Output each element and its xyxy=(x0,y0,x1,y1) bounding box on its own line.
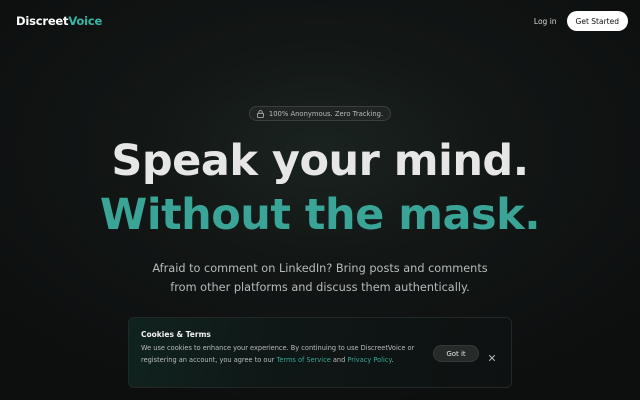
headline-line-1: Speak your mind. xyxy=(111,136,529,186)
brand-name-part2: Voice xyxy=(68,14,103,28)
subtitle-line-2: from other platforms and discuss them au… xyxy=(170,281,470,294)
close-icon[interactable] xyxy=(487,348,497,361)
cookie-banner-text: We use cookies to enhance your experienc… xyxy=(141,343,421,366)
brand-name-part1: Discreet xyxy=(16,14,69,28)
cookie-banner: Cookies & Terms We use cookies to enhanc… xyxy=(128,317,512,388)
brand-logo[interactable]: DiscreetVoice xyxy=(16,14,102,28)
privacy-policy-link[interactable]: Privacy Policy xyxy=(347,356,391,364)
top-nav: DiscreetVoice Log in Get Started xyxy=(0,0,640,42)
cookie-text-part3: . xyxy=(391,355,394,364)
subtitle-line-1: Afraid to comment on LinkedIn? Bring pos… xyxy=(152,262,488,275)
got-it-button[interactable]: Got it xyxy=(433,345,479,362)
anonymity-badge: 100% Anonymous. Zero Tracking. xyxy=(249,106,391,121)
cookie-banner-title: Cookies & Terms xyxy=(141,330,211,339)
nav-actions: Log in Get Started xyxy=(534,11,628,31)
get-started-button[interactable]: Get Started xyxy=(566,11,628,31)
lock-icon xyxy=(256,110,264,118)
login-link[interactable]: Log in xyxy=(534,17,557,26)
cookie-text-part2: and xyxy=(330,355,348,364)
badge-text: 100% Anonymous. Zero Tracking. xyxy=(268,109,384,118)
headline-line-2: Without the mask. xyxy=(99,190,541,240)
terms-of-service-link[interactable]: Terms of Service xyxy=(276,356,330,364)
